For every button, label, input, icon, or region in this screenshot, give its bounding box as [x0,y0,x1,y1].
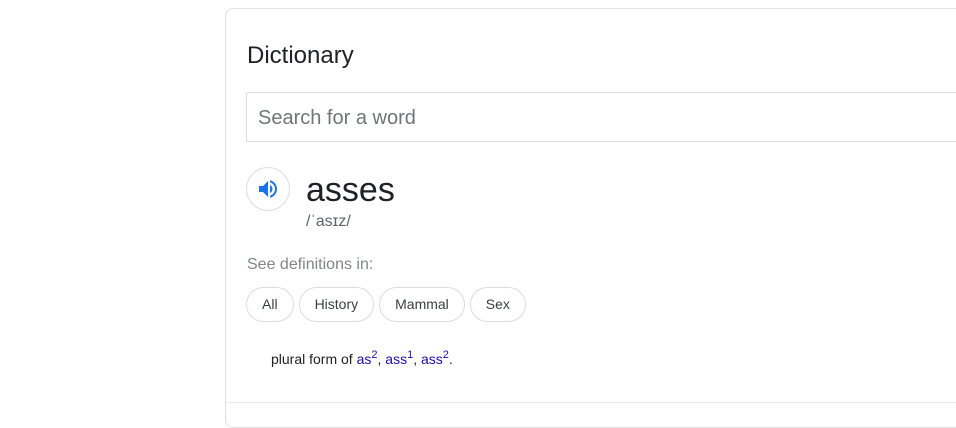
chip-history[interactable]: History [298,287,375,322]
search-box[interactable] [246,92,956,142]
chip-mammal[interactable]: Mammal [379,287,465,322]
definition-separator: , [413,351,421,367]
definition-link-as[interactable]: as2 [357,350,378,368]
search-input[interactable] [258,105,938,131]
dictionary-title: Dictionary [247,42,354,69]
definition-prefix: plural form of [271,351,357,367]
definition-text: plural form of as2, ass1, ass2. [271,348,453,370]
phonetic: /ˈasɪz/ [306,213,351,230]
chip-sex[interactable]: Sex [469,287,526,322]
definition-suffix: . [448,351,453,367]
card-divider [226,402,956,403]
speaker-icon [259,180,277,198]
headword: asses [306,171,395,209]
chip-all[interactable]: All [246,287,294,322]
pronounce-button[interactable] [246,167,290,211]
see-definitions-label: See definitions in: [247,256,374,273]
definition-link-ass-2[interactable]: ass2 [421,350,449,368]
definition-source-chips: All History Mammal Sex [246,287,526,322]
definition-link-ass-1[interactable]: ass1 [385,350,413,368]
